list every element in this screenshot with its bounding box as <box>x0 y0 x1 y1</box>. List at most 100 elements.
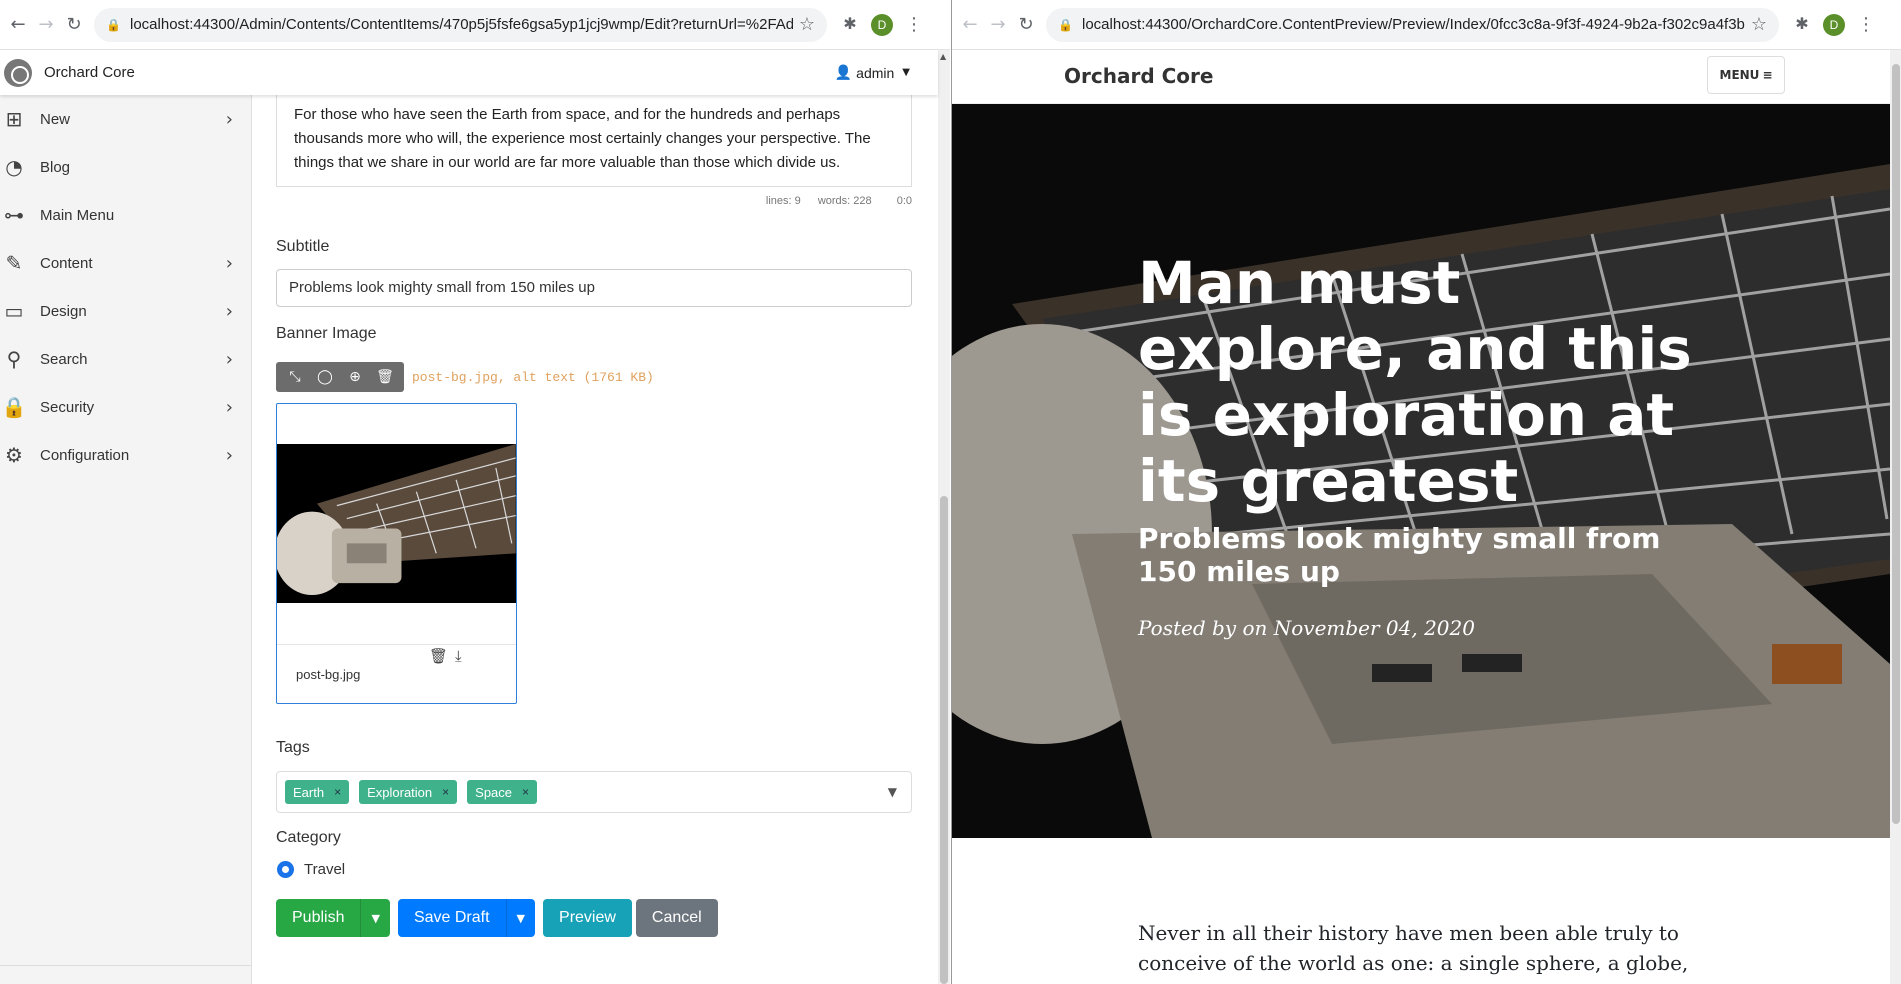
cancel-button[interactable]: Cancel <box>635 899 718 937</box>
action-buttons: Publish ▼ Save Draft ▼ Preview Cancel <box>276 899 722 937</box>
reload-icon[interactable]: ↻ <box>1016 14 1036 35</box>
admin-scrollbar-thumb[interactable] <box>940 496 948 984</box>
bookmark-star-icon[interactable]: ☆ <box>799 14 815 35</box>
sidebar-divider <box>0 965 252 966</box>
comment-icon[interactable]: ◯ <box>310 369 340 385</box>
sidebar-item-blog[interactable]: ◔ Blog <box>0 143 251 191</box>
post-body: Never in all their history have men been… <box>1138 921 1689 984</box>
post-title: Man must explore, and this is exploratio… <box>1138 249 1692 515</box>
radio-selected-icon[interactable] <box>277 861 294 878</box>
profile-avatar[interactable]: D <box>1823 13 1845 36</box>
caret-down-icon: ▼ <box>902 67 910 78</box>
lock-icon: 🔒 <box>1 395 27 419</box>
category-radio-travel[interactable]: Travel <box>276 861 345 878</box>
profile-avatar[interactable]: D <box>871 13 893 36</box>
tag-chip: Space × <box>467 780 538 804</box>
sidebar-item-configuration[interactable]: ⚙ Configuration › <box>0 431 251 479</box>
save-draft-dropdown-button[interactable]: ▼ <box>505 899 536 937</box>
browser-toolbar: ← → ↻ 🔒 localhost:44300/Admin/Contents/C… <box>0 0 950 50</box>
forward-icon[interactable]: → <box>988 14 1008 35</box>
tag-label: Earth <box>293 784 325 800</box>
back-icon[interactable]: ← <box>960 14 980 35</box>
browser-menu-icon[interactable]: ⋮ <box>905 14 923 35</box>
extensions-icon[interactable]: ✱ <box>1791 14 1813 36</box>
edit-icon: ✎ <box>5 251 23 275</box>
admin-scrollbar[interactable]: ▲ <box>938 50 950 984</box>
address-bar[interactable]: 🔒 localhost:44300/OrchardCore.ContentPre… <box>1046 7 1779 42</box>
media-card[interactable]: 🗑 ⤓ post-bg.jpg <box>276 403 517 704</box>
bookmark-star-icon[interactable]: ☆ <box>1751 14 1767 35</box>
editor-status-bar: lines: 9 words: 228 0:0 <box>276 195 912 207</box>
chevron-down-icon[interactable]: ▼ <box>888 785 897 799</box>
sidebar-item-label: Security <box>40 398 95 416</box>
media-filename: post-bg.jpg <box>296 667 361 682</box>
post-meta: Posted by on November 04, 2020 <box>1138 616 1475 640</box>
admin-sidebar: ⊞ New › ◔ Blog ⊶ Main Menu ✎ Content › ▭… <box>0 95 252 984</box>
radio-label: Travel <box>304 861 346 878</box>
sidebar-item-design[interactable]: ▭ Design › <box>0 287 251 335</box>
browser-menu-icon[interactable]: ⋮ <box>1857 14 1875 35</box>
browser-toolbar: ← → ↻ 🔒 localhost:44300/OrchardCore.Cont… <box>952 0 1901 50</box>
tags-select[interactable]: Earth × Exploration × Space × ▼ <box>276 771 912 813</box>
user-menu-button[interactable]: 👤 admin ▼ <box>835 65 910 81</box>
sidebar-item-security[interactable]: 🔒 Security › <box>0 383 251 431</box>
forward-icon[interactable]: → <box>36 14 56 35</box>
preview-button[interactable]: Preview <box>543 899 632 937</box>
rss-icon: ◔ <box>5 155 23 179</box>
chevron-right-icon: › <box>225 108 233 130</box>
back-icon[interactable]: ← <box>8 14 28 35</box>
sidebar-item-search[interactable]: ⚲ Search › <box>0 335 251 383</box>
download-icon[interactable]: ⤓ <box>455 647 462 665</box>
sidebar-item-main-menu[interactable]: ⊶ Main Menu <box>0 191 251 239</box>
user-icon: 👤 <box>834 64 853 81</box>
tags-label: Tags <box>276 739 310 756</box>
trash-icon[interactable]: 🗑 <box>429 647 448 665</box>
sidebar-item-label: Configuration <box>40 446 130 464</box>
scroll-up-icon[interactable]: ▲ <box>940 52 946 61</box>
sidebar-item-new[interactable]: ⊞ New › <box>0 95 251 143</box>
preview-scrollbar-thumb[interactable] <box>1892 64 1900 824</box>
gear-icon: ⚙ <box>5 443 23 467</box>
sidebar-item-label: Search <box>40 350 88 368</box>
save-draft-button[interactable]: Save Draft <box>397 899 506 937</box>
desktop-icon: ▭ <box>4 299 24 323</box>
menu-button[interactable]: MENU ≡ <box>1707 56 1785 94</box>
line-count: lines: 9 <box>765 195 801 207</box>
preview-window: ← → ↻ 🔒 localhost:44300/OrchardCore.Cont… <box>951 0 1901 984</box>
chevron-right-icon: › <box>225 252 233 274</box>
word-count: words: 228 <box>817 195 872 207</box>
trash-icon[interactable]: 🗑 <box>370 369 400 385</box>
user-name: admin <box>856 64 895 81</box>
remove-tag-icon[interactable]: × <box>334 785 341 799</box>
lock-icon: 🔒 <box>1058 17 1073 32</box>
admin-brand[interactable]: Orchard Core <box>44 64 135 81</box>
body-editor[interactable]: For those who have seen the Earth from s… <box>276 95 912 187</box>
chevron-right-icon: › <box>225 396 233 418</box>
address-bar[interactable]: 🔒 localhost:44300/Admin/Contents/Content… <box>94 7 827 42</box>
search-icon: ⚲ <box>6 347 22 371</box>
url-text: localhost:44300/Admin/Contents/ContentIt… <box>130 16 793 33</box>
sidebar-item-label: Design <box>40 302 87 320</box>
reload-icon[interactable]: ↻ <box>64 14 84 35</box>
orchard-logo-icon[interactable] <box>4 58 32 87</box>
remove-tag-icon[interactable]: × <box>442 785 449 799</box>
tag-chip: Exploration × <box>359 780 458 804</box>
media-toolbar: ⤡ ◯ ⊕ 🗑 post-bg.jpg, alt text (1761 KB) <box>276 362 654 392</box>
tag-label: Space <box>475 784 513 800</box>
chevron-right-icon: › <box>225 444 233 466</box>
media-toolbar-buttons: ⤡ ◯ ⊕ 🗑 <box>276 362 404 392</box>
sidebar-item-content[interactable]: ✎ Content › <box>0 239 251 287</box>
tag-label: Exploration <box>367 784 433 800</box>
publish-button[interactable]: Publish <box>276 899 361 937</box>
publish-dropdown-button[interactable]: ▼ <box>360 899 390 937</box>
crosshair-icon[interactable]: ⊕ <box>340 369 370 385</box>
subtitle-input[interactable]: Problems look mighty small from 150 mile… <box>276 269 912 307</box>
site-brand[interactable]: Orchard Core <box>1064 64 1213 88</box>
admin-topbar: Orchard Core 👤 admin ▼ <box>0 50 938 95</box>
remove-tag-icon[interactable]: × <box>522 785 529 799</box>
preview-scrollbar[interactable] <box>1890 50 1901 984</box>
content-editor: For those who have seen the Earth from s… <box>252 95 938 984</box>
sidebar-item-label: Content <box>40 254 93 272</box>
extensions-icon[interactable]: ✱ <box>839 14 861 36</box>
resize-icon[interactable]: ⤡ <box>280 369 310 385</box>
